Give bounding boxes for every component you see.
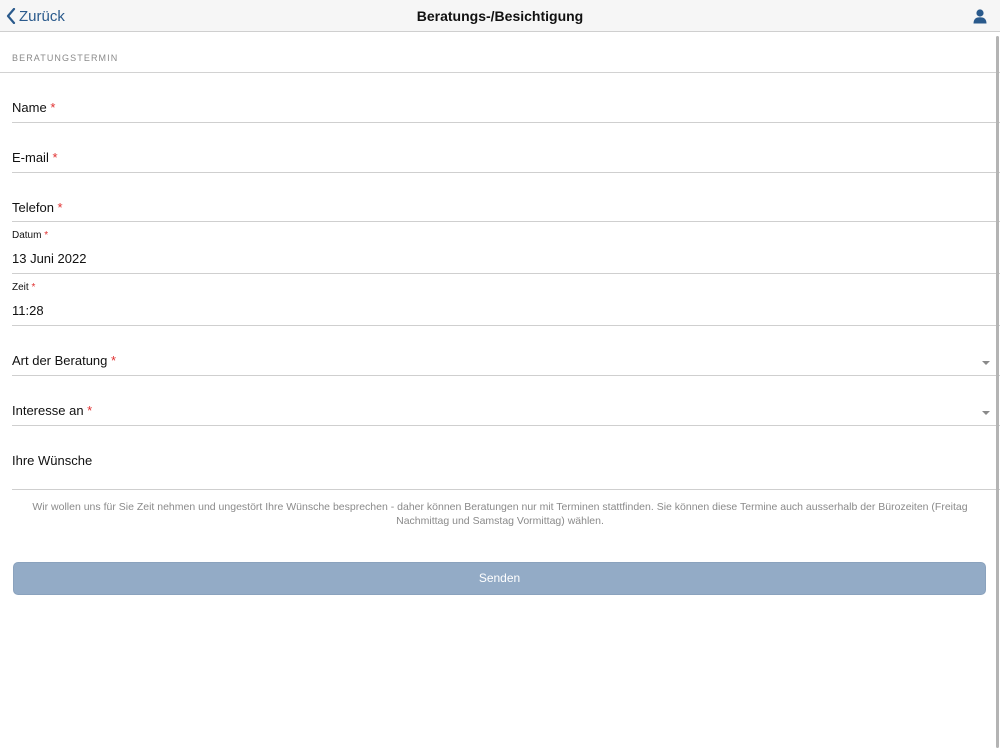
email-field[interactable]: E-mail * xyxy=(12,123,1000,173)
info-text: Wir wollen uns für Sie Zeit nehmen und u… xyxy=(32,501,968,527)
consultation-type-select[interactable]: Art der Beratung * xyxy=(12,326,1000,376)
page-title: Beratungs-/Besichtigung xyxy=(416,8,584,24)
user-icon xyxy=(973,9,987,24)
time-label: Zeit * xyxy=(12,282,36,293)
scrollbar[interactable] xyxy=(996,36,999,748)
submit-button[interactable]: Senden xyxy=(13,562,986,595)
navigation-bar: Zurück Beratungs-/Besichtigung xyxy=(0,0,1000,32)
interest-label: Interesse an * xyxy=(12,403,93,418)
chevron-down-icon xyxy=(982,361,990,365)
date-value: 13 Juni 2022 xyxy=(12,251,87,266)
back-button-label: Zurück xyxy=(19,7,65,25)
date-field[interactable]: Datum * 13 Juni 2022 xyxy=(12,222,1000,274)
interest-select[interactable]: Interesse an * xyxy=(12,376,1000,426)
section-header: BERATUNGSTERMIN xyxy=(0,32,1000,73)
consultation-type-label: Art der Beratung * xyxy=(12,353,117,368)
date-label: Datum * xyxy=(12,230,49,241)
time-field[interactable]: Zeit * 11:28 xyxy=(12,274,1000,326)
name-field[interactable]: Name * xyxy=(12,73,1000,123)
section-header-label: BERATUNGSTERMIN xyxy=(12,53,119,63)
user-button[interactable] xyxy=(972,8,988,24)
wishes-field[interactable]: Ihre Wünsche xyxy=(12,426,1000,490)
time-value: 11:28 xyxy=(12,303,44,318)
chevron-left-icon xyxy=(6,8,16,24)
phone-field[interactable]: Telefon * xyxy=(12,173,1000,222)
back-button[interactable]: Zurück xyxy=(6,0,65,32)
chevron-down-icon xyxy=(982,411,990,415)
